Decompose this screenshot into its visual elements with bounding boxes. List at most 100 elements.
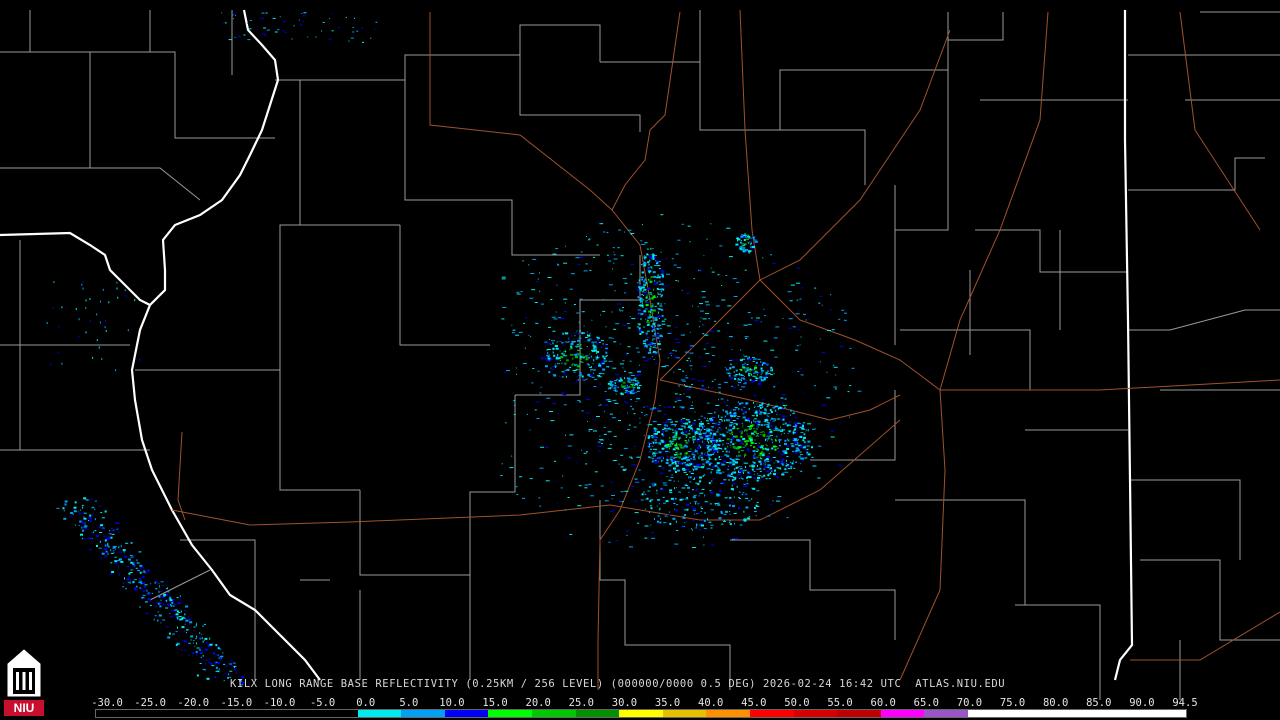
radar-pixel xyxy=(753,410,755,412)
radar-pixel xyxy=(851,367,855,369)
radar-pixel xyxy=(720,456,724,457)
radar-pixel xyxy=(774,469,776,472)
radar-pixel xyxy=(653,427,655,430)
radar-pixel xyxy=(562,394,567,396)
radar-pixel xyxy=(688,451,692,452)
radar-pixel xyxy=(793,411,795,413)
radar-pixel xyxy=(518,331,523,333)
radar-pixel xyxy=(639,382,641,383)
radar-pixel xyxy=(776,467,778,469)
radar-pixel xyxy=(750,317,753,319)
radar-pixel xyxy=(717,466,719,469)
radar-pixel xyxy=(614,386,616,389)
radar-pixel xyxy=(692,401,693,403)
radar-pixel xyxy=(630,405,632,407)
radar-pixel xyxy=(640,297,642,299)
radar-pixel xyxy=(738,382,741,383)
radar-pixel xyxy=(777,408,779,410)
radar-pixel xyxy=(799,435,803,438)
radar-pixel xyxy=(724,410,728,413)
radar-pixel xyxy=(698,444,700,447)
radar-pixel xyxy=(224,22,227,24)
radar-pixel xyxy=(672,438,674,440)
radar-pixel xyxy=(704,447,706,448)
radar-pixel xyxy=(229,670,233,672)
radar-pixel xyxy=(687,433,691,435)
radar-pixel xyxy=(703,544,705,546)
radar-pixel xyxy=(717,502,720,505)
radar-pixel xyxy=(613,258,618,260)
radar-pixel xyxy=(632,379,635,382)
radar-pixel xyxy=(704,438,706,441)
radar-pixel xyxy=(665,451,669,452)
radar-pixel xyxy=(761,371,763,374)
radar-pixel xyxy=(749,369,752,372)
radar-pixel xyxy=(691,405,693,407)
radar-pixel xyxy=(775,419,777,421)
radar-pixel xyxy=(792,460,794,462)
radar-pixel xyxy=(740,370,743,372)
radar-pixel xyxy=(728,478,730,481)
radar-pixel xyxy=(657,296,658,298)
radar-pixel xyxy=(626,389,628,392)
radar-pixel xyxy=(678,385,681,387)
radar-pixel xyxy=(136,559,138,562)
radar-pixel xyxy=(597,356,600,358)
radar-pixel xyxy=(770,421,772,424)
radar-pixel xyxy=(787,291,792,293)
radar-pixel xyxy=(807,440,811,443)
radar-pixel xyxy=(772,262,776,264)
radar-pixel xyxy=(139,586,141,589)
radar-pixel xyxy=(617,303,621,305)
radar-pixel xyxy=(662,421,666,423)
radar-pixel xyxy=(724,366,726,368)
radar-pixel xyxy=(768,422,770,425)
radar-pixel xyxy=(745,404,747,406)
radar-pixel xyxy=(732,505,735,508)
radar-pixel xyxy=(80,533,83,536)
radar-pixel xyxy=(647,261,650,264)
radar-pixel xyxy=(806,453,807,456)
radar-pixel xyxy=(661,314,664,317)
radar-pixel xyxy=(742,471,744,474)
radar-pixel xyxy=(697,306,699,308)
radar-pixel xyxy=(630,457,633,459)
radar-pixel xyxy=(660,273,664,275)
radar-pixel xyxy=(768,453,770,454)
radar-pixel xyxy=(728,504,731,507)
radar-pixel xyxy=(554,363,556,365)
radar-pixel xyxy=(89,514,92,517)
radar-pixel xyxy=(352,31,355,33)
radar-pixel xyxy=(682,517,686,519)
radar-pixel xyxy=(536,418,540,419)
radar-pixel xyxy=(685,485,689,486)
radar-pixel xyxy=(522,497,525,499)
radar-pixel xyxy=(672,435,676,438)
radar-pixel xyxy=(217,662,220,665)
radar-pixel xyxy=(677,480,679,482)
radar-pixel xyxy=(728,374,731,377)
radar-pixel xyxy=(747,312,751,313)
radar-pixel xyxy=(263,27,267,29)
radar-pixel xyxy=(130,561,133,564)
radar-pixel xyxy=(734,435,738,438)
radar-pixel xyxy=(173,605,175,607)
radar-pixel xyxy=(669,441,673,443)
radar-pixel xyxy=(165,607,169,609)
radar-pixel xyxy=(570,273,575,275)
radar-pixel xyxy=(90,519,92,522)
radar-pixel xyxy=(132,555,135,557)
radar-pixel xyxy=(188,642,191,644)
radar-pixel xyxy=(729,513,731,515)
radar-pixel xyxy=(738,408,740,411)
radar-pixel xyxy=(676,455,678,457)
radar-pixel xyxy=(552,253,557,255)
radar-pixel xyxy=(684,386,688,387)
radar-pixel xyxy=(743,518,747,520)
scale-label: 20.0 xyxy=(525,697,551,709)
radar-pixel xyxy=(598,363,601,365)
radar-pixel xyxy=(670,369,672,371)
radar-pixel xyxy=(558,337,560,339)
radar-pixel xyxy=(782,418,785,421)
radar-pixel xyxy=(565,245,566,247)
